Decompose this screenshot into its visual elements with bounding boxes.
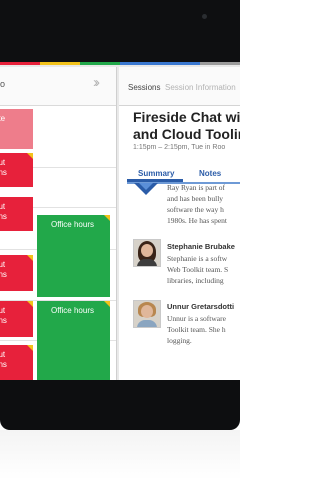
color-strip-blue-2 <box>160 62 200 65</box>
session-title: Fireside Chat wi and Cloud Toolin <box>133 109 240 143</box>
surface-shadow <box>0 430 240 480</box>
avatar-face <box>141 305 153 318</box>
double-chevron-right-icon[interactable]: ›› <box>93 74 100 91</box>
starred-corner-icon <box>27 255 33 261</box>
session-block[interactable]: out ons <box>0 301 33 337</box>
schedule-header: o ›› <box>0 67 116 106</box>
session-label: ons <box>0 316 7 325</box>
color-strip-red <box>0 62 40 65</box>
color-strip-grey <box>200 62 240 65</box>
session-label: Office hours <box>51 220 94 229</box>
session-block[interactable]: out ons <box>0 345 33 380</box>
session-block[interactable]: out ons <box>0 153 33 187</box>
avatar[interactable] <box>133 239 161 267</box>
speaker-bio-line: libraries, including <box>167 276 224 285</box>
session-label: out <box>0 306 6 315</box>
schedule-pane: o ›› ote out ons out ons Office hours ou… <box>0 67 117 380</box>
office-hours-block[interactable]: Office hours <box>37 215 110 297</box>
color-strip-yellow <box>40 62 80 65</box>
starred-corner-icon <box>27 153 33 159</box>
session-label: ons <box>0 168 7 177</box>
session-label: ons <box>0 212 7 221</box>
session-label: out <box>0 350 6 359</box>
tab-summary[interactable]: Summary <box>138 169 174 178</box>
session-label: out <box>0 202 6 211</box>
speaker-bio-line: Stephanie is a softw <box>167 254 228 263</box>
gwt-logo-icon <box>134 183 158 195</box>
tablet-screen: o ›› ote out ons out ons Office hours ou… <box>0 62 240 380</box>
session-label: ote <box>0 114 6 123</box>
session-title-line: and Cloud Toolin <box>133 126 240 142</box>
session-detail-pane: Sessions Session Information Fireside Ch… <box>119 67 240 380</box>
tab-notes[interactable]: Notes <box>199 169 221 178</box>
session-label: out <box>0 260 6 269</box>
session-block[interactable]: out ons <box>0 255 33 291</box>
starred-corner-icon <box>27 301 33 307</box>
session-label: Office hours <box>51 306 94 315</box>
speaker-name[interactable]: Unnur Gretarsdotti <box>167 302 234 311</box>
detail-tab-bar: Sessions Session Information <box>119 67 240 106</box>
time-label: o <box>0 79 6 89</box>
avatar-body <box>137 320 157 327</box>
speaker-bio-line: Web Toolkit team. S <box>167 265 229 274</box>
tablet-bezel-bottom <box>0 380 240 430</box>
speaker-name[interactable]: Stephanie Brubake <box>167 242 235 251</box>
avatar-face <box>141 244 153 257</box>
color-strip <box>0 62 240 65</box>
tablet-bezel-top <box>0 0 240 62</box>
office-hours-block[interactable]: Office hours <box>37 301 110 380</box>
session-label: ons <box>0 270 7 279</box>
session-label: ons <box>0 360 7 369</box>
session-title-line: Fireside Chat wi <box>133 109 240 125</box>
starred-corner-icon <box>104 215 110 221</box>
tab-sessions[interactable]: Sessions <box>128 83 160 92</box>
tab-session-information[interactable]: Session Information <box>165 83 236 92</box>
speaker-bio-line: software the way h <box>167 205 224 214</box>
avatar-body <box>137 259 157 266</box>
session-time-room: 1:15pm – 2:15pm, Tue in Roo <box>133 144 226 151</box>
speaker-bio-line: and has been bully <box>167 194 224 203</box>
speaker-bio-line: logging. <box>167 336 192 345</box>
speaker-bio-line: Toolkit team. She h <box>167 325 226 334</box>
starred-corner-icon <box>104 301 110 307</box>
color-strip-green <box>80 62 120 65</box>
speaker-bio-line: Unnur is a software <box>167 314 226 323</box>
session-block[interactable]: out ons <box>0 197 33 231</box>
color-strip-blue <box>120 62 160 65</box>
speaker-bio-line: 1980s. He has spent <box>167 216 227 225</box>
session-label: out <box>0 158 6 167</box>
camera-icon <box>202 14 207 19</box>
speaker-bio-line: Ray Ryan is part of <box>167 183 226 192</box>
starred-corner-icon <box>27 345 33 351</box>
session-block[interactable]: ote <box>0 109 33 149</box>
avatar[interactable] <box>133 300 161 328</box>
